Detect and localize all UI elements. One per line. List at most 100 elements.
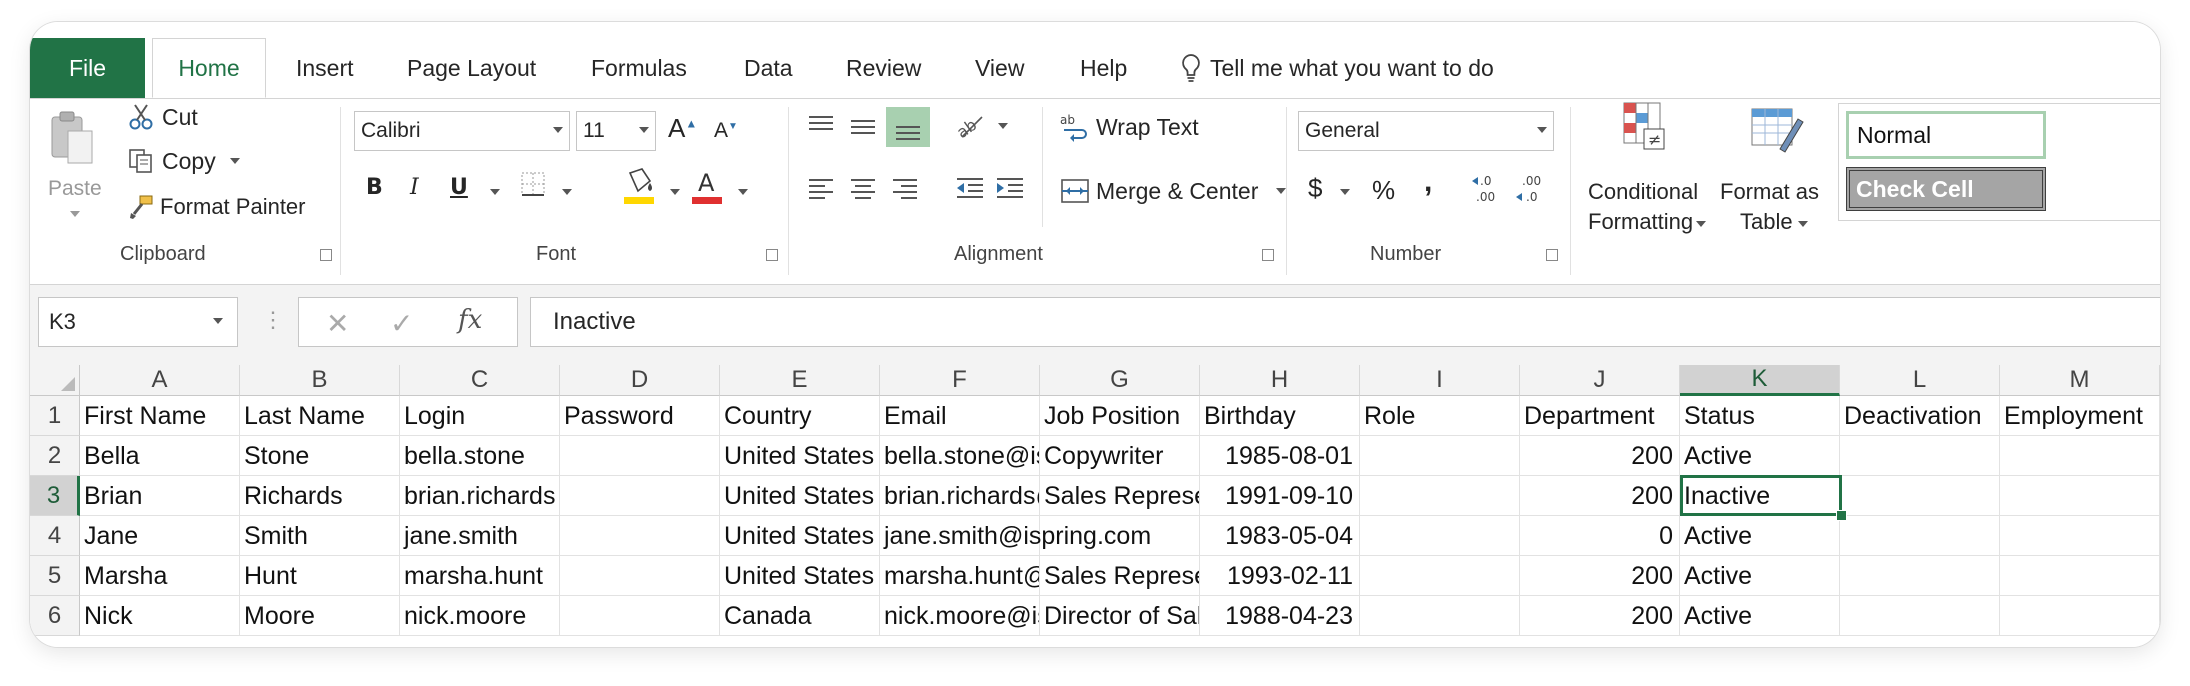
currency-dropdown-icon[interactable] <box>1340 189 1350 195</box>
column-header-j[interactable]: J <box>1520 365 1680 396</box>
cell-e6[interactable]: Canada <box>720 596 880 636</box>
cell-e2[interactable]: United States <box>720 436 880 476</box>
tab-file[interactable]: File <box>30 38 145 98</box>
cell-a3[interactable]: Brian <box>80 476 240 516</box>
format-painter-button[interactable]: Format Painter <box>128 189 306 225</box>
conditional-formatting-button[interactable]: ≠ Conditional Formatting <box>1576 101 1706 241</box>
tell-me-search[interactable]: Tell me what you want to do <box>1180 38 1494 98</box>
fill-color-dropdown-icon[interactable] <box>670 189 680 195</box>
formula-input[interactable]: Inactive <box>530 297 2160 347</box>
font-color-icon[interactable]: A <box>690 167 724 207</box>
cell-a1[interactable]: First Name <box>80 396 240 436</box>
cell-h4[interactable]: 1983-05-04 <box>1200 516 1360 556</box>
tab-view[interactable]: View <box>975 38 1024 98</box>
cell-g3[interactable]: Sales Representative <box>1040 476 1200 516</box>
clipboard-dialog-launcher-icon[interactable] <box>320 249 332 261</box>
decrease-indent-icon[interactable] <box>954 175 986 201</box>
cell-d5[interactable] <box>560 556 720 596</box>
cell-d4[interactable] <box>560 516 720 556</box>
cell-m5[interactable] <box>2000 556 2160 596</box>
column-header-c[interactable]: C <box>400 365 560 396</box>
increase-font-size-icon[interactable]: A▲ <box>668 113 697 144</box>
alignment-dialog-launcher-icon[interactable] <box>1262 249 1274 261</box>
cell-b2[interactable]: Stone <box>240 436 400 476</box>
column-header-e[interactable]: E <box>720 365 880 396</box>
borders-dropdown-icon[interactable] <box>562 189 572 195</box>
column-header-g[interactable]: G <box>1040 365 1200 396</box>
comma-style-button[interactable]: , <box>1424 165 1432 199</box>
align-middle-icon[interactable] <box>848 113 878 139</box>
cell-i1[interactable]: Role <box>1360 396 1520 436</box>
column-header-d[interactable]: D <box>560 365 720 396</box>
cut-button[interactable]: Cut <box>128 99 198 135</box>
cell-k6[interactable]: Active <box>1680 596 1840 636</box>
row-header[interactable]: 4 <box>30 516 80 556</box>
cell-j4[interactable]: 0 <box>1520 516 1680 556</box>
cell-i2[interactable] <box>1360 436 1520 476</box>
cell-a5[interactable]: Marsha <box>80 556 240 596</box>
cell-m3[interactable] <box>2000 476 2160 516</box>
decrease-decimal-icon[interactable]: .00.0 <box>1514 173 1548 205</box>
column-header-f[interactable]: F <box>880 365 1040 396</box>
cell-j5[interactable]: 200 <box>1520 556 1680 596</box>
name-box[interactable]: K3 <box>38 297 238 347</box>
bold-button[interactable]: B <box>366 175 383 200</box>
tab-help[interactable]: Help <box>1080 38 1127 98</box>
cell-h3[interactable]: 1991-09-10 <box>1200 476 1360 516</box>
align-bottom-icon[interactable] <box>886 107 930 147</box>
column-header-m[interactable]: M <box>2000 365 2160 396</box>
cell-l6[interactable] <box>1840 596 2000 636</box>
cell-k2[interactable]: Active <box>1680 436 1840 476</box>
select-all-corner[interactable] <box>30 365 80 396</box>
enter-check-icon[interactable]: ✓ <box>390 307 413 340</box>
cell-f3[interactable]: brian.richards@ispring.com <box>880 476 1040 516</box>
cell-b3[interactable]: Richards <box>240 476 400 516</box>
tab-data[interactable]: Data <box>744 38 793 98</box>
row-header[interactable]: 3 <box>30 476 80 516</box>
insert-function-button[interactable]: fx <box>458 305 482 335</box>
cell-i4[interactable] <box>1360 516 1520 556</box>
style-normal[interactable]: Normal <box>1846 111 2046 159</box>
cell-d3[interactable] <box>560 476 720 516</box>
cell-b6[interactable]: Moore <box>240 596 400 636</box>
cell-d1[interactable]: Password <box>560 396 720 436</box>
cell-g5[interactable]: Sales Representative <box>1040 556 1200 596</box>
align-center-icon[interactable] <box>848 175 878 201</box>
cell-a4[interactable]: Jane <box>80 516 240 556</box>
cell-a6[interactable]: Nick <box>80 596 240 636</box>
font-name-combo[interactable]: Calibri <box>354 111 570 151</box>
column-header-k[interactable]: K <box>1680 365 1840 396</box>
underline-button[interactable]: U <box>450 175 468 200</box>
tab-home[interactable]: Home <box>152 38 266 98</box>
cell-i6[interactable] <box>1360 596 1520 636</box>
cell-m4[interactable] <box>2000 516 2160 556</box>
cell-h1[interactable]: Birthday <box>1200 396 1360 436</box>
cell-c2[interactable]: bella.stone <box>400 436 560 476</box>
cell-f6[interactable]: nick.moore@ispring.com <box>880 596 1040 636</box>
orientation-dropdown-icon[interactable] <box>998 123 1008 129</box>
underline-dropdown-icon[interactable] <box>490 189 500 195</box>
cell-j1[interactable]: Department <box>1520 396 1680 436</box>
decrease-font-size-icon[interactable]: A▼ <box>714 119 738 143</box>
cell-g6[interactable]: Director of Sales <box>1040 596 1200 636</box>
merge-center-button[interactable]: Merge & Center <box>1060 171 1287 211</box>
cell-g2[interactable]: Copywriter <box>1040 436 1200 476</box>
cell-b1[interactable]: Last Name <box>240 396 400 436</box>
column-header-a[interactable]: A <box>80 365 240 396</box>
cell-l4[interactable] <box>1840 516 2000 556</box>
font-dialog-launcher-icon[interactable] <box>766 249 778 261</box>
row-header[interactable]: 6 <box>30 596 80 636</box>
currency-button[interactable]: $ <box>1308 173 1322 204</box>
cell-m2[interactable] <box>2000 436 2160 476</box>
cell-c6[interactable]: nick.moore <box>400 596 560 636</box>
cell-h5[interactable]: 1993-02-11 <box>1200 556 1360 596</box>
cell-f2[interactable]: bella.stone@ispring.com <box>880 436 1040 476</box>
cell-d2[interactable] <box>560 436 720 476</box>
align-left-icon[interactable] <box>806 175 836 201</box>
cell-c4[interactable]: jane.smith <box>400 516 560 556</box>
cell-a2[interactable]: Bella <box>80 436 240 476</box>
align-right-icon[interactable] <box>890 175 920 201</box>
cell-c3[interactable]: brian.richards <box>400 476 560 516</box>
column-header-h[interactable]: H <box>1200 365 1360 396</box>
cell-i3[interactable] <box>1360 476 1520 516</box>
